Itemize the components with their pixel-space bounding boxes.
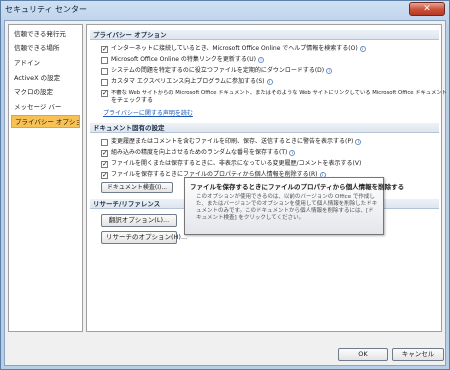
close-icon: ✕	[423, 3, 431, 14]
privacy-statement-link[interactable]: プライバシーに関する声明を読む	[103, 108, 193, 117]
cancel-button[interactable]: キャンセル	[392, 348, 444, 361]
privacy-option-row[interactable]: インターネットに接続しているとき、Microsoft Office Online…	[101, 44, 366, 54]
document-option-checkbox[interactable]	[101, 148, 108, 158]
document-option-row[interactable]: ファイルを開くまたは保存するときに、非表示になっている変更履歴/コメントを表示す…	[101, 159, 361, 169]
info-icon[interactable]: i	[257, 57, 264, 63]
document-option-row[interactable]: 組み込みの精度を向上させるためのランダムな番号を保存する(T) i	[101, 148, 296, 158]
document-section-heading: ドキュメント固有の設定	[90, 123, 439, 133]
document-option-checkbox[interactable]	[101, 138, 108, 146]
privacy-option-label: インターネットに接続しているとき、Microsoft Office Online…	[111, 45, 358, 52]
window-title: セキュリティ センター	[5, 5, 88, 14]
privacy-option-checkbox[interactable]	[101, 56, 108, 64]
privacy-option-checkbox[interactable]	[101, 67, 108, 75]
sidebar-item-trusted-locations[interactable]: 信頼できる場所	[11, 42, 80, 55]
privacy-option-row[interactable]: カスタマ エクスペリエンス向上プログラムに参加する(S) i	[101, 77, 273, 87]
privacy-option-checkbox[interactable]	[101, 44, 108, 54]
help-tooltip: ファイルを保存するときにファイルのプロパティから個人情報を削除する このオプショ…	[184, 177, 405, 235]
sidebar-item-trusted-publishers[interactable]: 信頼できる発行元	[11, 28, 80, 41]
info-icon[interactable]: i	[355, 139, 362, 145]
document-option-checkbox[interactable]	[101, 170, 108, 180]
privacy-option-row[interactable]: システムの問題を特定するのに役立つファイルを定期的にダウンロードする(D) i	[101, 66, 333, 76]
info-icon[interactable]: i	[359, 46, 366, 52]
privacy-option-label: システムの問題を特定するのに役立つファイルを定期的にダウンロードする(D)	[111, 67, 325, 74]
document-inspector-button[interactable]: ドキュメント検査(I)...	[101, 182, 173, 193]
close-button[interactable]: ✕	[409, 2, 445, 16]
sidebar-item-addins[interactable]: アドイン	[11, 57, 80, 70]
info-icon[interactable]: i	[266, 79, 273, 85]
privacy-option-row[interactable]: Microsoft Office Online の特集リンクを更新する(U) i	[101, 55, 264, 65]
privacy-option-checkbox[interactable]	[101, 88, 108, 98]
document-option-label: 組み込みの精度を向上させるためのランダムな番号を保存する(T)	[111, 149, 288, 156]
tooltip-body: このオプションが使用できるのは、以前のバージョンの Office で作成した、ま…	[196, 194, 378, 221]
title-bar: セキュリティ センター ✕	[1, 1, 449, 19]
info-icon[interactable]: i	[326, 68, 333, 74]
ok-button[interactable]: OK	[338, 348, 388, 361]
privacy-option-label: 不審な Web サイトからの Microsoft Office ドキュメント、ま…	[111, 90, 447, 96]
privacy-option-label: カスタマ エクスペリエンス向上プログラムに参加する(S)	[111, 78, 265, 85]
privacy-option-label: Microsoft Office Online の特集リンクを更新する(U)	[111, 56, 256, 63]
research-options-button[interactable]: リサーチのオプション(H)...	[101, 231, 187, 244]
tooltip-title: ファイルを保存するときにファイルのプロパティから個人情報を削除する	[190, 183, 405, 191]
sidebar-item-macro[interactable]: マクロの設定	[11, 86, 80, 99]
sidebar-item-activex[interactable]: ActiveX の設定	[11, 72, 80, 85]
privacy-option-label-cont: をチェックする	[111, 96, 153, 106]
info-icon[interactable]: i	[289, 150, 296, 156]
security-center-window: セキュリティ センター ✕ 信頼できる発行元 信頼できる場所 アドイン Acti…	[0, 0, 450, 370]
document-option-checkbox[interactable]	[101, 159, 108, 169]
privacy-option-label-2: をチェックする	[111, 97, 154, 104]
privacy-section-heading: プライバシー オプション	[90, 30, 439, 40]
document-option-label: ファイルを開くまたは保存するときに、非表示になっている変更履歴/コメントを表示す…	[111, 160, 362, 167]
document-option-row[interactable]: 変更履歴またはコメントを含むファイルを印刷、保存、送信するときに警告を表示する(…	[101, 137, 362, 147]
privacy-option-checkbox[interactable]	[101, 78, 108, 86]
sidebar-item-message-bar[interactable]: メッセージ バー	[11, 101, 80, 114]
sidebar-item-privacy[interactable]: プライバシー オプション	[11, 115, 80, 128]
sidebar: 信頼できる発行元 信頼できる場所 アドイン ActiveX の設定 マクロの設定…	[8, 24, 83, 332]
document-option-label: 変更履歴またはコメントを含むファイルを印刷、保存、送信するときに警告を表示する(…	[111, 138, 354, 145]
translation-options-button[interactable]: 翻訳オプション(L)...	[101, 214, 177, 227]
